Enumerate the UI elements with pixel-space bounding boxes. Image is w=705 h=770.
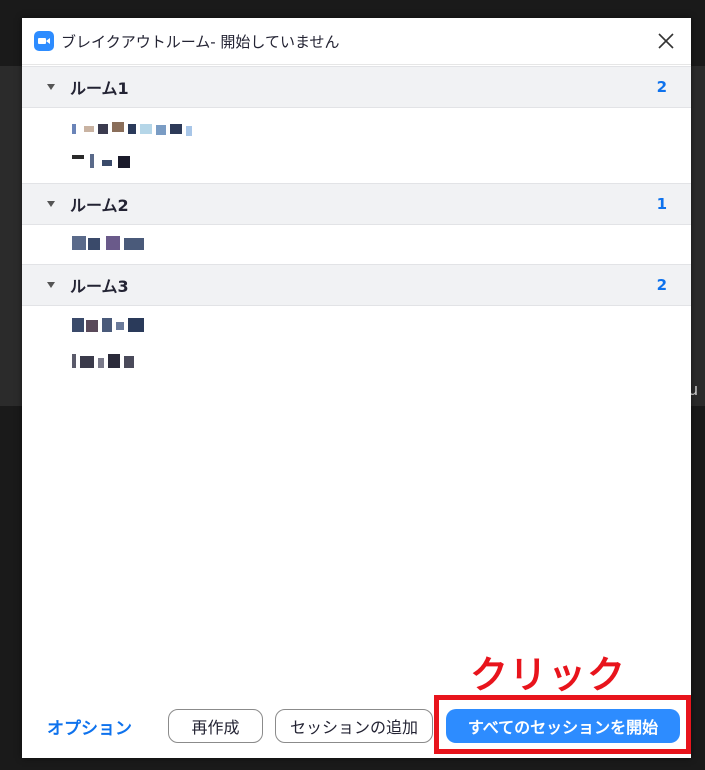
title-bar: ブレイクアウトルーム- 開始していません	[22, 18, 691, 65]
room-participant-count: 2	[656, 276, 667, 294]
room-name: ルーム1	[70, 79, 129, 98]
recreate-button[interactable]: 再作成	[168, 709, 263, 743]
click-annotation-label: クリック	[470, 653, 627, 697]
close-icon	[658, 33, 674, 49]
start-all-sessions-button[interactable]: すべてのセッションを開始	[446, 709, 680, 743]
room-name: ルーム3	[70, 277, 129, 296]
room-header-3[interactable]: ルーム3 2	[22, 264, 691, 306]
window-title: ブレイクアウトルーム- 開始していません	[61, 32, 340, 51]
options-link[interactable]: オプション	[47, 714, 132, 739]
caret-down-icon	[47, 282, 55, 288]
room-header-1[interactable]: ルーム1 2	[22, 66, 691, 108]
zoom-camera-icon	[34, 31, 54, 51]
participant-2-1[interactable]	[72, 234, 152, 254]
caret-down-icon	[47, 201, 55, 207]
participant-3-2[interactable]	[72, 352, 142, 372]
participant-3-1[interactable]	[72, 316, 152, 336]
add-session-button[interactable]: セッションの追加	[275, 709, 433, 743]
room-header-2[interactable]: ルーム2 1	[22, 183, 691, 225]
room-participant-count: 1	[656, 195, 667, 213]
close-button[interactable]	[653, 28, 679, 54]
caret-down-icon	[47, 84, 55, 90]
participant-1-2[interactable]	[72, 152, 142, 172]
room-name: ルーム2	[70, 196, 129, 215]
participant-1-1[interactable]	[72, 120, 202, 140]
room-participant-count: 2	[656, 78, 667, 96]
